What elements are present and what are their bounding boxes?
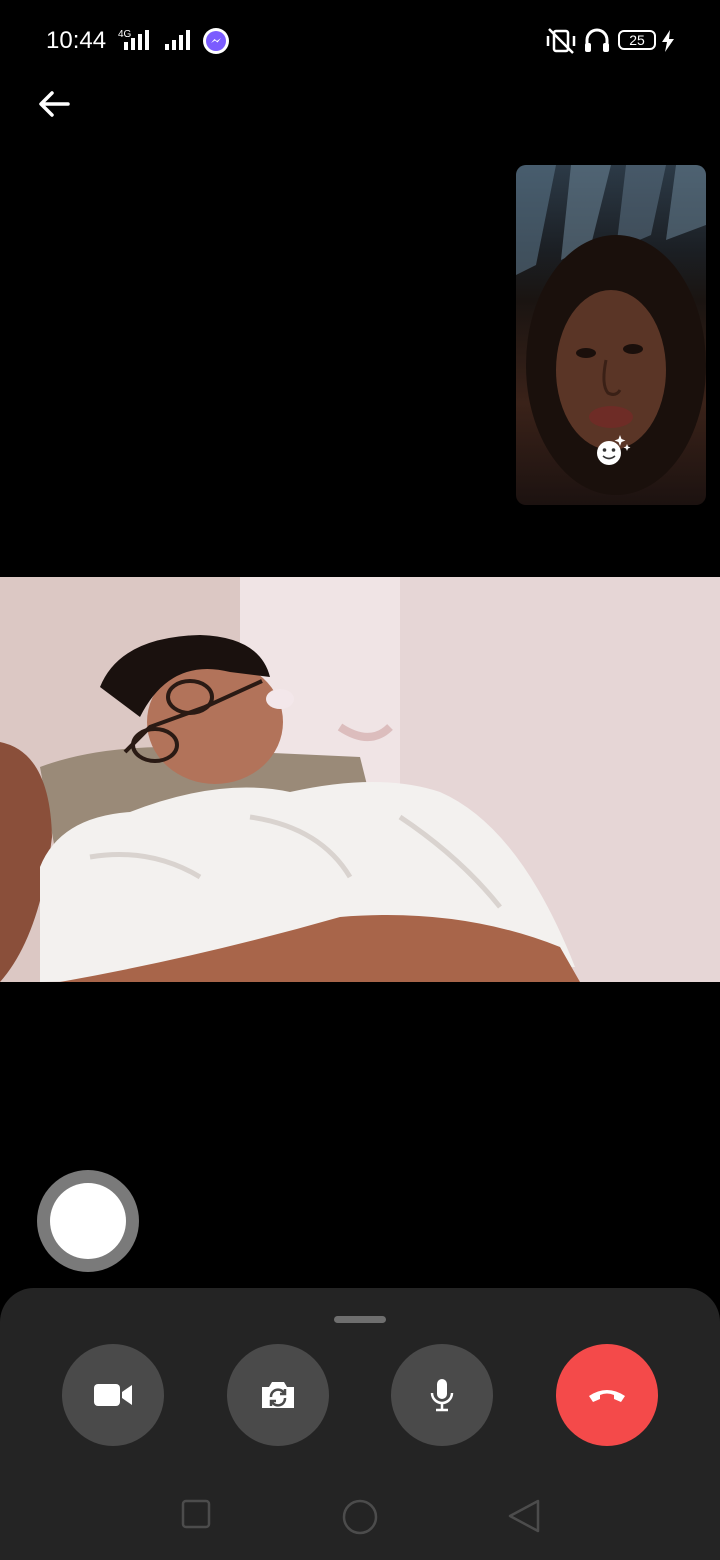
signal-icon: [165, 30, 190, 50]
camera-toggle-button[interactable]: [62, 1344, 164, 1446]
microphone-icon: [430, 1379, 454, 1412]
signal-icon: 4G: [118, 29, 149, 50]
flip-camera-button[interactable]: [227, 1344, 329, 1446]
recent-apps-icon[interactable]: [180, 1498, 212, 1530]
battery-icon: 25: [618, 30, 656, 50]
status-bar: 10:44 4G 25: [0, 0, 720, 80]
remote-video: [0, 577, 720, 982]
back-triangle-icon[interactable]: [506, 1498, 542, 1534]
video-camera-icon: [94, 1384, 132, 1406]
self-video-preview[interactable]: [516, 165, 706, 505]
microphone-button[interactable]: [391, 1344, 493, 1446]
home-icon[interactable]: [341, 1498, 379, 1536]
arrow-left-icon: [39, 91, 70, 117]
self-video-image: [516, 165, 706, 495]
capture-button-inner: [50, 1183, 126, 1259]
network-type-label: 4G: [118, 29, 132, 40]
remote-video-image: [0, 577, 720, 982]
camera-flip-icon: [262, 1382, 294, 1408]
capture-button[interactable]: [37, 1170, 139, 1272]
mute-icon: [546, 28, 576, 54]
charging-icon: [662, 30, 674, 52]
battery-level: 25: [629, 32, 645, 48]
messenger-icon: [203, 28, 229, 54]
back-button[interactable]: [36, 86, 72, 122]
call-controls-sheet: [0, 1288, 720, 1560]
sheet-drag-handle[interactable]: [334, 1316, 386, 1323]
end-call-button[interactable]: [556, 1344, 658, 1446]
headphones-icon: [585, 28, 609, 52]
phone-hangup-icon: [589, 1390, 625, 1402]
status-time: 10:44: [46, 27, 107, 54]
